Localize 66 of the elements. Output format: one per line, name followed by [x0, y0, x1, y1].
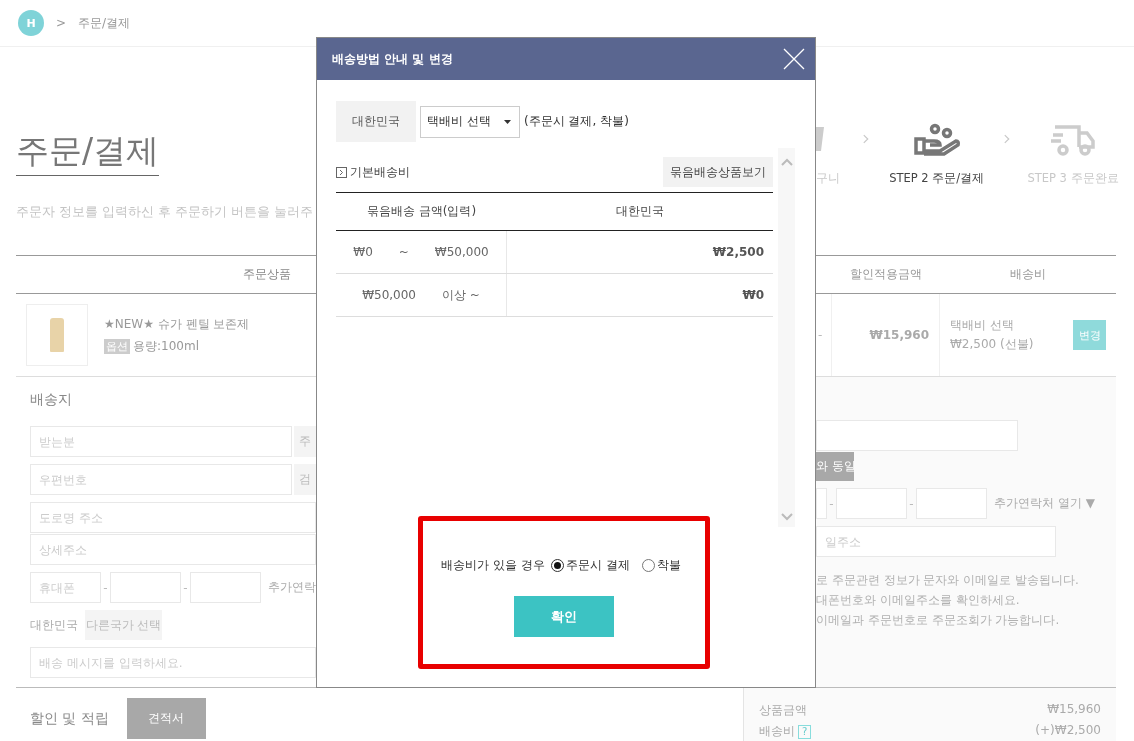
country-label: 대한민국	[30, 616, 78, 634]
chevron-down-icon[interactable]	[780, 513, 793, 521]
prompt-text: 배송비가 있을 경우	[441, 557, 545, 574]
fee-cell-text: ₩0	[741, 288, 766, 302]
confirm-button[interactable]: 확인	[514, 596, 614, 637]
chevron-right-icon	[863, 133, 870, 145]
dash-separator: -	[182, 580, 189, 595]
fee-cell-text: ₩2,500	[711, 245, 766, 259]
range-text: ~	[398, 245, 409, 259]
page-title: 주문/결제	[16, 129, 160, 176]
chevron-up-icon[interactable]	[780, 158, 793, 166]
dialog-title: 배송방법 안내 및 변경	[332, 50, 453, 68]
radio-option[interactable]: 주문시 결제	[550, 557, 630, 574]
close-icon[interactable]	[783, 48, 805, 70]
step-label: STEP 2 주문/결제	[889, 171, 985, 186]
radio-option[interactable]: 착불	[641, 557, 681, 574]
country-tag: 대한민국	[336, 101, 416, 142]
column-header: 묶음배송 금액(입력)	[365, 203, 478, 220]
help-icon[interactable]: ?	[798, 724, 812, 739]
notice-text: 대폰번호와 이메일주소를 확인하세요.	[816, 592, 1021, 609]
dash-separator: -	[828, 496, 835, 511]
bundle-products-button[interactable]: 묶음배송상품보기	[663, 157, 774, 187]
section-title: 기본배송비	[350, 163, 410, 181]
extra-contact-toggle[interactable]: 추가연락처 열기 ▼	[994, 495, 1095, 512]
methods-note: (주문시 결제, 착불)	[524, 113, 629, 130]
table-cell-text: -	[817, 327, 824, 344]
product-photo-placeholder	[26, 304, 88, 366]
phone-field[interactable]	[816, 488, 827, 519]
scrollbar[interactable]	[778, 148, 795, 527]
discounted-price: ₩15,960	[831, 294, 940, 376]
column-header: 주문상품	[243, 266, 291, 283]
notice-text: 이메일과 주문번호로 주문조회가 가능합니다.	[816, 612, 1061, 629]
quote-button[interactable]: 견적서	[126, 698, 206, 739]
hand-coins-icon	[913, 123, 960, 157]
shipping-fee: ₩2,500 (선불)	[950, 336, 1034, 353]
home-badge[interactable]: H	[18, 10, 44, 36]
summary-value: (+)₩2,500	[1035, 723, 1101, 739]
summary-label: 배송비	[759, 723, 795, 740]
summary-label: 상품금액	[759, 702, 807, 719]
range-text: ₩50,000	[362, 288, 416, 302]
column-header: 할인적용금액	[848, 266, 923, 283]
summary-value: ₩15,960	[1047, 702, 1101, 718]
change-button[interactable]: 변경	[1073, 320, 1106, 350]
column-header: 대한민국	[615, 203, 665, 220]
range-text: ₩50,000	[434, 245, 489, 259]
notice-text: 로 주문관련 정보가 문자와 이메일로 발송됩니다.	[816, 572, 1079, 589]
dash-separator: -	[908, 496, 915, 511]
chevron-right-icon	[1003, 133, 1010, 145]
shipping-method: 택배비 선택	[950, 317, 1015, 334]
breadcrumb-separator: >	[56, 16, 67, 30]
range-text: ₩0	[353, 245, 373, 259]
section-title: 할인 및 적립	[30, 710, 109, 728]
column-header: 배송비	[1009, 266, 1047, 283]
truck-icon	[1051, 123, 1095, 157]
same-as-button[interactable]: 와 동일	[816, 452, 854, 481]
chevron-box-icon	[336, 166, 347, 178]
section-title: 배송지	[30, 391, 72, 409]
breadcrumb-current: 주문/결제	[78, 14, 131, 32]
option-text: 용량:100ml	[133, 337, 199, 355]
shipping-select[interactable]: 택배비 선택	[420, 105, 520, 138]
dash-separator: -	[102, 580, 109, 595]
range-text: 이상 ~	[442, 286, 480, 304]
product-name[interactable]: ★NEW★ 슈가 펜틸 보존제	[104, 315, 250, 333]
extra-contact-link[interactable]: 추가연락	[268, 579, 316, 596]
caret-icon	[504, 119, 511, 124]
orderer-name-field[interactable]	[816, 420, 1018, 451]
